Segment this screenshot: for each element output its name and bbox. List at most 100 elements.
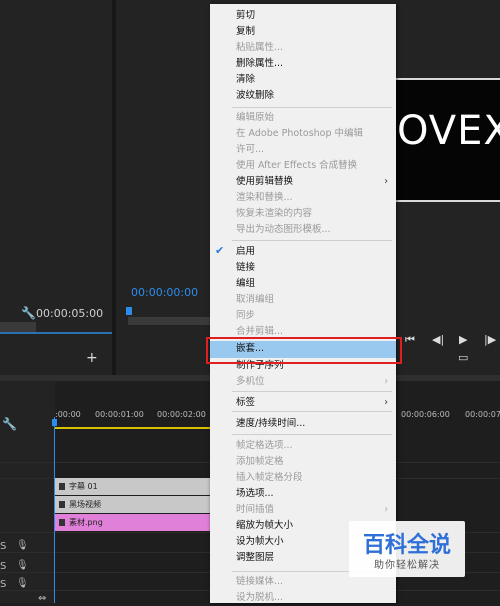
clip-fx-icon — [59, 519, 65, 526]
menu-item: 粘贴属性... — [210, 40, 396, 56]
menu-item: 恢复未渲染的内容 — [210, 206, 396, 222]
menu-item: 导出为动态图形模板... — [210, 222, 396, 238]
menu-item-label: 恢复未渲染的内容 — [236, 208, 313, 219]
menu-item-label: 波纹删除 — [236, 90, 275, 101]
menu-item: 添加帧定格 — [210, 454, 396, 470]
menu-item-label: 许可... — [236, 144, 265, 155]
watermark-subtitle: 助你轻松解决 — [374, 560, 440, 571]
ruler-label: :00:00 — [55, 410, 81, 419]
menu-item: 渲染和替换... — [210, 190, 396, 206]
menu-item-label: 标签 — [236, 397, 256, 408]
menu-item-label: 使用 After Effects 合成替换 — [236, 160, 358, 171]
video-title-text: OVEX — [397, 108, 500, 154]
menu-item-label: 添加帧定格 — [236, 456, 284, 467]
expand-track-icon[interactable]: ⇔ — [38, 593, 46, 604]
menu-separator — [232, 434, 392, 435]
menu-item-label: 编组 — [236, 278, 256, 289]
program-playhead[interactable] — [126, 307, 132, 315]
menu-item-label: 帧定格选项... — [236, 440, 293, 451]
timeline-clip[interactable]: 字幕 01 — [55, 478, 210, 495]
export-frame-icon[interactable]: ▭ — [458, 351, 468, 364]
menu-item-label: 剪切 — [236, 10, 256, 21]
menu-item-label: 设为帧大小 — [236, 536, 284, 547]
ruler-label: 00:00:02:00 — [157, 410, 206, 419]
menu-separator — [232, 240, 392, 241]
watermark-logo: 百科全说 助你轻松解决 — [349, 521, 465, 577]
timeline-clip[interactable]: 素材.png — [55, 514, 210, 531]
menu-separator — [232, 107, 392, 108]
submenu-arrow-icon: › — [384, 376, 388, 387]
menu-item-label: 取消编组 — [236, 294, 275, 305]
clip-label: 字幕 01 — [69, 482, 98, 491]
menu-item: 同步 — [210, 308, 396, 324]
step-back-icon[interactable]: ⏮ — [405, 333, 415, 347]
microphone-icon[interactable]: 🎙 — [16, 578, 29, 589]
menu-item: 许可... — [210, 142, 396, 158]
playhead-handle[interactable] — [52, 419, 57, 426]
timeline-playhead[interactable] — [54, 417, 55, 603]
timeline-wrench-icon[interactable]: 🔧 — [2, 417, 17, 431]
menu-item-label: 合并剪辑... — [236, 326, 284, 337]
add-button[interactable]: + — [86, 350, 98, 366]
menu-item-label: 复制 — [236, 26, 256, 37]
menu-item: 帧定格选项... — [210, 438, 396, 454]
frame-forward-icon[interactable]: |▶ — [484, 333, 496, 346]
menu-item: 在 Adobe Photoshop 中编辑 — [210, 126, 396, 142]
submenu-arrow-icon: › — [384, 176, 388, 187]
wrench-icon[interactable]: 🔧 — [21, 306, 36, 320]
annotation-highlight-box — [206, 337, 402, 364]
menu-item-label: 多机位 — [236, 376, 265, 387]
ruler-label: 00:00:01:00 — [95, 410, 144, 419]
menu-item-label: 同步 — [236, 310, 256, 321]
menu-item-label: 时间插值 — [236, 504, 275, 515]
submenu-arrow-icon: › — [384, 397, 388, 408]
menu-item[interactable]: 标签 › — [210, 395, 396, 411]
menu-item: 使用 After Effects 合成替换 — [210, 158, 396, 174]
menu-item[interactable]: 清除 — [210, 72, 396, 88]
source-zoom-bar[interactable] — [0, 322, 36, 332]
menu-item[interactable]: 编组 — [210, 276, 396, 292]
frame-back-icon[interactable]: ◀| — [432, 333, 444, 346]
menu-item-label: 缩放为帧大小 — [236, 520, 294, 531]
track-solo-label[interactable]: S — [0, 561, 6, 572]
menu-separator — [232, 391, 392, 392]
play-icon[interactable]: ▶ — [459, 333, 467, 346]
clip-label: 素材.png — [69, 518, 103, 527]
track-solo-label[interactable]: S — [0, 579, 6, 590]
program-video-frame: OVEX — [395, 78, 500, 202]
source-timecode[interactable]: 00:00:05:00 — [36, 307, 103, 320]
menu-item-label: 清除 — [236, 74, 256, 85]
clip-fx-icon — [59, 501, 65, 508]
menu-item-label: 速度/持续时间... — [236, 418, 306, 429]
menu-item: 编辑原始 — [210, 110, 396, 126]
menu-item: 多机位 › — [210, 374, 396, 390]
clip-fx-icon — [59, 483, 65, 490]
menu-item-label: 插入帧定格分段 — [236, 472, 303, 483]
menu-item[interactable]: 启用 — [210, 244, 396, 260]
ruler-label: 00:00:06:00 — [401, 410, 450, 419]
menu-item-label: 调整图层 — [236, 552, 275, 563]
menu-item-label: 链接 — [236, 262, 256, 273]
program-scrub-bar[interactable] — [128, 317, 212, 325]
menu-item-label: 渲染和替换... — [236, 192, 293, 203]
microphone-icon[interactable]: 🎙 — [16, 560, 29, 571]
menu-item-label: 设为脱机... — [236, 592, 284, 603]
menu-item[interactable]: 剪切 — [210, 8, 396, 24]
menu-item[interactable]: 波纹删除 — [210, 88, 396, 104]
menu-item[interactable]: 使用剪辑替换 › — [210, 174, 396, 190]
menu-item[interactable]: 场选项... — [210, 486, 396, 502]
work-area-bar[interactable] — [55, 427, 210, 429]
program-timecode[interactable]: 00:00:00:00 — [131, 286, 198, 299]
menu-item[interactable]: 链接 — [210, 260, 396, 276]
submenu-arrow-icon: › — [384, 504, 388, 515]
menu-item-label: 场选项... — [236, 488, 274, 499]
microphone-icon[interactable]: 🎙 — [16, 540, 29, 551]
timeline-clip[interactable]: 黑场视频 — [55, 496, 210, 513]
menu-item[interactable]: 删除属性... — [210, 56, 396, 72]
source-scroll-bar[interactable] — [0, 332, 112, 334]
menu-item[interactable]: 复制 — [210, 24, 396, 40]
menu-item-label: 粘贴属性... — [236, 42, 284, 53]
track-solo-label[interactable]: S — [0, 541, 6, 552]
menu-item[interactable]: 速度/持续时间... — [210, 416, 396, 432]
menu-separator — [232, 411, 392, 412]
